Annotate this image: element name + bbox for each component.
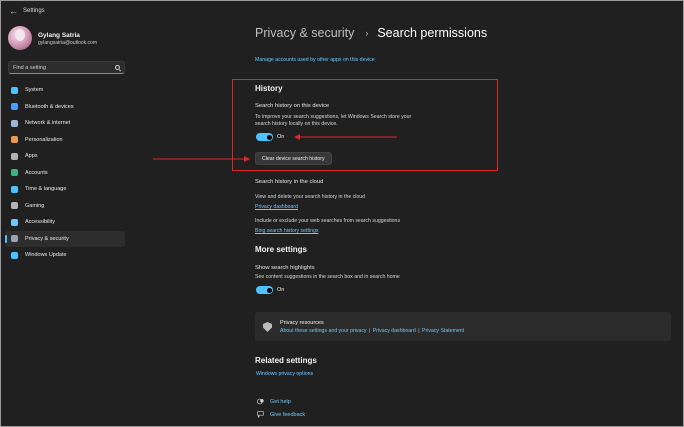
shield-icon bbox=[263, 322, 272, 332]
avatar[interactable] bbox=[8, 26, 32, 50]
feedback-icon bbox=[257, 411, 264, 418]
sidebar-nav: System Bluetooth & devices Network & inter… bbox=[5, 82, 125, 264]
sidebar-item-windows-update[interactable]: Windows Update bbox=[5, 247, 125, 264]
controller-icon bbox=[11, 202, 18, 210]
brush-icon bbox=[11, 136, 18, 144]
get-help-link[interactable]: Get help bbox=[270, 399, 291, 405]
search-highlights-title: Show search highlights bbox=[255, 265, 315, 271]
sidebar: Gylang Satria gylangsatria@outlook.com S… bbox=[1, 23, 131, 427]
help-icon bbox=[257, 398, 264, 405]
sidebar-item-network-internet[interactable]: Network & internet bbox=[5, 115, 125, 132]
sidebar-item-label: Network & internet bbox=[25, 120, 71, 127]
sidebar-item-personalization[interactable]: Personalization bbox=[5, 132, 125, 149]
get-help-row[interactable]: Get help bbox=[257, 398, 291, 405]
settings-search-box[interactable] bbox=[8, 61, 125, 74]
settings-window: ← Settings Gylang Satria gylangsatria@ou… bbox=[0, 0, 684, 427]
cloud-view-description: View and delete your search history in t… bbox=[255, 194, 366, 200]
sidebar-item-label: Apps bbox=[25, 153, 38, 160]
sidebar-item-accessibility[interactable]: Accessibility bbox=[5, 214, 125, 231]
privacy-resources-links: About these settings and your privacy | … bbox=[280, 328, 464, 334]
system-icon bbox=[11, 86, 18, 94]
sidebar-item-label: Bluetooth & devices bbox=[25, 103, 74, 110]
link-separator: | bbox=[368, 328, 371, 334]
update-icon bbox=[11, 251, 18, 259]
search-highlights-toggle[interactable] bbox=[256, 286, 273, 294]
give-feedback-row[interactable]: Give feedback bbox=[257, 411, 305, 418]
sidebar-item-apps[interactable]: Apps bbox=[5, 148, 125, 165]
privacy-dashboard-link[interactable]: Privacy dashboard bbox=[255, 204, 298, 210]
sidebar-item-label: Privacy & security bbox=[25, 235, 69, 242]
accounts-icon bbox=[11, 169, 18, 177]
user-name: Gylang Satria bbox=[38, 32, 80, 39]
globe-clock-icon bbox=[11, 185, 18, 193]
app-title: Settings bbox=[23, 8, 45, 14]
manage-accounts-link[interactable]: Manage accounts used by other apps on th… bbox=[255, 57, 375, 63]
page-title: Search permissions bbox=[377, 26, 488, 40]
sidebar-item-bluetooth-devices[interactable]: Bluetooth & devices bbox=[5, 99, 125, 116]
sidebar-item-accounts[interactable]: Accounts bbox=[5, 165, 125, 182]
privacy-statement-link[interactable]: Privacy Statement bbox=[422, 328, 464, 334]
chevron-right-icon: › bbox=[365, 28, 369, 38]
privacy-resources-title: Privacy resources bbox=[280, 320, 324, 326]
privacy-dashboard-card-link[interactable]: Privacy dashboard bbox=[373, 328, 416, 334]
sidebar-item-label: Personalization bbox=[25, 136, 63, 143]
privacy-resources-card: Privacy resources About these settings a… bbox=[255, 312, 671, 341]
sidebar-item-system[interactable]: System bbox=[5, 82, 125, 99]
wifi-icon bbox=[11, 119, 18, 127]
windows-privacy-options-link[interactable]: Windows privacy options bbox=[256, 371, 313, 377]
related-settings-title: Related settings bbox=[255, 356, 317, 365]
title-bar: ← Settings bbox=[1, 1, 684, 23]
search-icon[interactable] bbox=[115, 65, 120, 70]
search-highlights-description: See content suggestions in the search bo… bbox=[255, 274, 400, 280]
link-separator: | bbox=[418, 328, 420, 334]
user-email: gylangsatria@outlook.com bbox=[38, 40, 97, 46]
breadcrumb-parent[interactable]: Privacy & security bbox=[255, 26, 354, 40]
sidebar-item-time-language[interactable]: Time & language bbox=[5, 181, 125, 198]
more-settings-title: More settings bbox=[255, 245, 308, 254]
breadcrumb: Privacy & security › Search permissions bbox=[255, 24, 487, 42]
cloud-include-description: Include or exclude your web searches fro… bbox=[255, 218, 401, 224]
sidebar-item-label: Time & language bbox=[25, 186, 67, 193]
bing-search-history-link[interactable]: Bing search history settings bbox=[255, 228, 318, 234]
cloud-history-title: Search history in the cloud bbox=[255, 179, 324, 185]
search-input[interactable] bbox=[13, 64, 113, 72]
search-highlights-toggle-label: On bbox=[277, 287, 285, 293]
sidebar-item-label: System bbox=[25, 87, 44, 94]
sidebar-item-label: Accessibility bbox=[25, 219, 55, 226]
back-arrow-icon[interactable]: ← bbox=[9, 6, 18, 16]
sidebar-item-label: Gaming bbox=[25, 202, 45, 209]
sidebar-item-label: Accounts bbox=[25, 169, 48, 176]
sidebar-item-gaming[interactable]: Gaming bbox=[5, 198, 125, 215]
give-feedback-link[interactable]: Give feedback bbox=[270, 412, 305, 418]
sidebar-item-label: Windows Update bbox=[25, 252, 67, 259]
about-privacy-link[interactable]: About these settings and your privacy bbox=[280, 328, 367, 334]
apps-icon bbox=[11, 152, 18, 160]
accessibility-icon bbox=[11, 218, 18, 226]
highlight-annotation-box bbox=[232, 79, 498, 171]
bluetooth-icon bbox=[11, 103, 18, 111]
sidebar-item-privacy-security[interactable]: Privacy & security bbox=[5, 230, 125, 247]
shield-icon bbox=[11, 235, 18, 243]
